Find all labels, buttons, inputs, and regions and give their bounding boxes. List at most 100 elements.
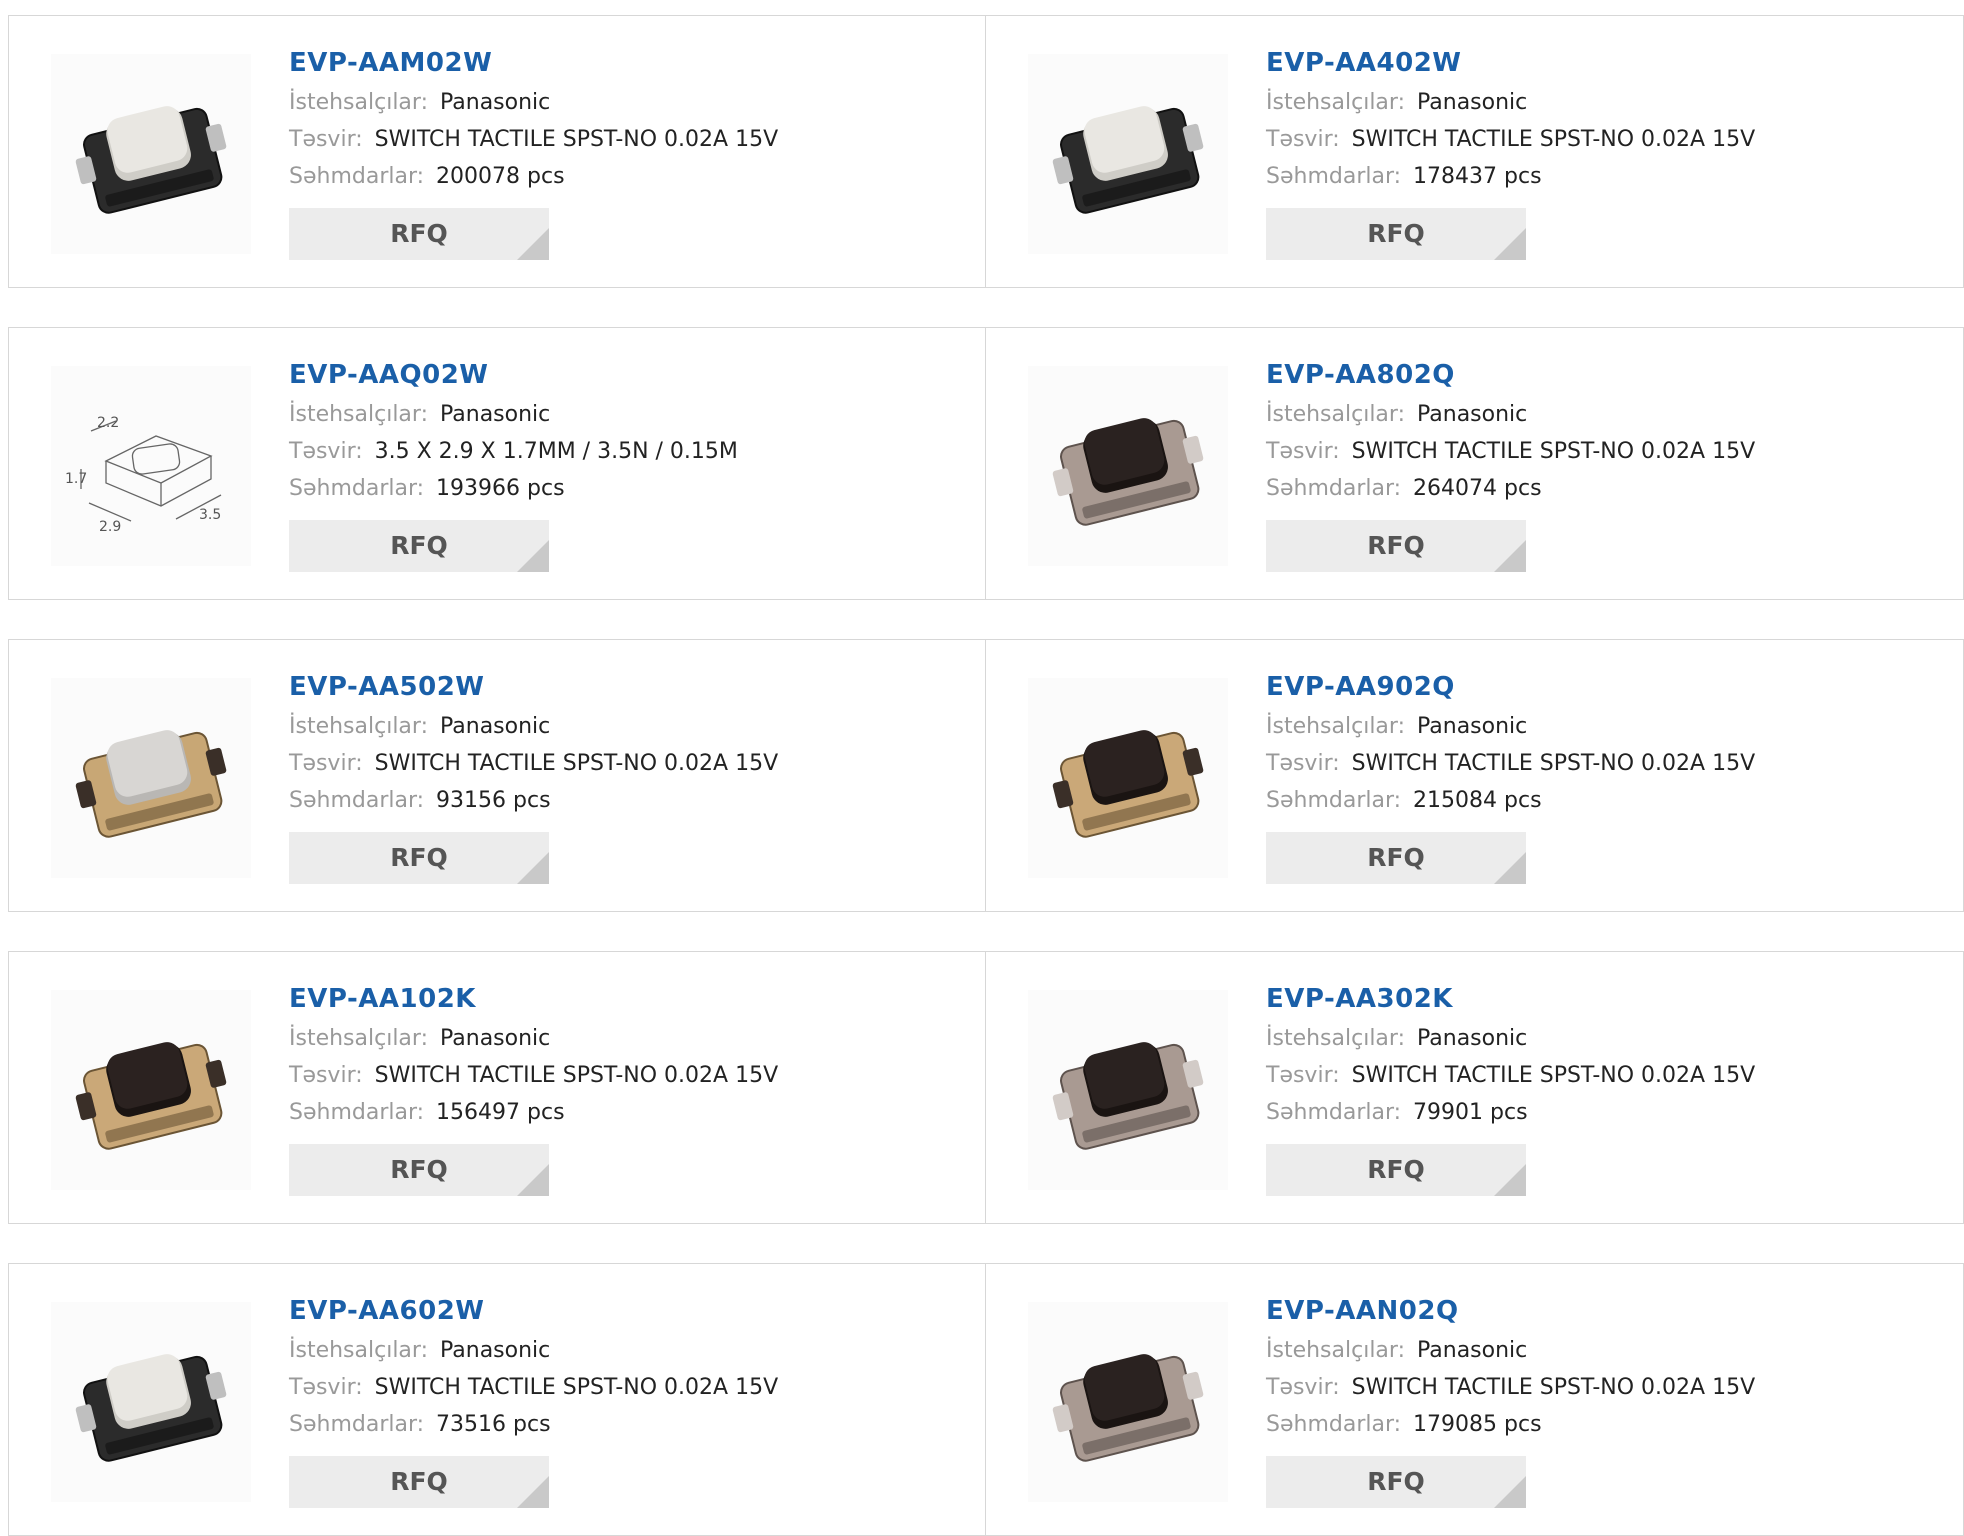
description-line: Təsvir: SWITCH TACTILE SPST-NO 0.02A 15V xyxy=(1266,745,1943,782)
part-number-link[interactable]: EVP-AA502W xyxy=(289,670,965,704)
stock-line: Səhmdarlar: 93156 pcs xyxy=(289,782,965,819)
stock-line: Səhmdarlar: 156497 pcs xyxy=(289,1094,965,1131)
rfq-label: RFQ xyxy=(1367,843,1425,872)
product-image[interactable] xyxy=(51,678,251,878)
product-card: EVP-AAN02Q İstehsalçılar: Panasonic Təsvir:… xyxy=(986,1264,1963,1535)
description-value: SWITCH TACTILE SPST-NO 0.02A 15V xyxy=(1351,439,1756,464)
rfq-label: RFQ xyxy=(390,219,448,248)
description-value: SWITCH TACTILE SPST-NO 0.02A 15V xyxy=(1351,1375,1756,1400)
product-info: EVP-AA102K İstehsalçılar: Panasonic Təsvir:… xyxy=(289,982,965,1196)
manufacturer-value: Panasonic xyxy=(439,714,551,739)
manufacturer-value: Panasonic xyxy=(1416,1026,1528,1051)
rfq-button[interactable]: RFQ xyxy=(289,520,549,572)
rfq-button[interactable]: RFQ xyxy=(289,1144,549,1196)
product-info: EVP-AA902Q İstehsalçılar: Panasonic Təsvir:… xyxy=(1266,670,1943,884)
manufacturer-line: İstehsalçılar: Panasonic xyxy=(1266,708,1943,745)
stock-value: 215084 pcs xyxy=(1413,788,1542,813)
rfq-label: RFQ xyxy=(1367,219,1425,248)
rfq-button[interactable]: RFQ xyxy=(1266,1456,1526,1508)
product-row: EVP-AA602W İstehsalçılar: Panasonic Təsvir:… xyxy=(8,1263,1964,1536)
product-card: EVP-AA302K İstehsalçılar: Panasonic Təsvir:… xyxy=(986,952,1963,1223)
rfq-label: RFQ xyxy=(1367,1155,1425,1184)
corner-triangle-icon xyxy=(1494,228,1526,260)
manufacturer-value: Panasonic xyxy=(439,90,551,115)
rfq-button[interactable]: RFQ xyxy=(1266,520,1526,572)
description-label: Təsvir: xyxy=(289,1375,363,1400)
description-label: Təsvir: xyxy=(1266,127,1340,152)
rfq-label: RFQ xyxy=(390,531,448,560)
description-value: SWITCH TACTILE SPST-NO 0.02A 15V xyxy=(1351,127,1756,152)
manufacturer-label: İstehsalçılar: xyxy=(1266,714,1405,739)
corner-triangle-icon xyxy=(1494,1476,1526,1508)
product-card: EVP-AAM02W İstehsalçılar: Panasonic Təsvir:… xyxy=(9,16,986,287)
part-number-link[interactable]: EVP-AA102K xyxy=(289,982,965,1016)
description-line: Təsvir: SWITCH TACTILE SPST-NO 0.02A 15V xyxy=(1266,1369,1943,1406)
part-number-link[interactable]: EVP-AAM02W xyxy=(289,46,965,80)
product-image[interactable] xyxy=(51,54,251,254)
rfq-label: RFQ xyxy=(1367,1467,1425,1496)
rfq-button[interactable]: RFQ xyxy=(289,208,549,260)
description-line: Təsvir: SWITCH TACTILE SPST-NO 0.02A 15V xyxy=(1266,121,1943,158)
stock-value: 93156 pcs xyxy=(436,788,551,813)
description-label: Təsvir: xyxy=(289,1063,363,1088)
part-number-link[interactable]: EVP-AA602W xyxy=(289,1294,965,1328)
stock-label: Səhmdarlar: xyxy=(1266,1100,1402,1125)
part-number-link[interactable]: EVP-AAN02Q xyxy=(1266,1294,1943,1328)
product-info: EVP-AA602W İstehsalçılar: Panasonic Təsvir:… xyxy=(289,1294,965,1508)
corner-triangle-icon xyxy=(517,228,549,260)
stock-value: 73516 pcs xyxy=(436,1412,551,1437)
product-image[interactable] xyxy=(1028,1302,1228,1502)
product-image[interactable] xyxy=(1028,678,1228,878)
stock-line: Səhmdarlar: 73516 pcs xyxy=(289,1406,965,1443)
stock-line: Səhmdarlar: 193966 pcs xyxy=(289,470,965,507)
stock-label: Səhmdarlar: xyxy=(289,1412,425,1437)
description-value: 3.5 X 2.9 X 1.7MM / 3.5N / 0.15M xyxy=(374,439,738,464)
manufacturer-line: İstehsalçılar: Panasonic xyxy=(1266,396,1943,433)
product-info: EVP-AA302K İstehsalçılar: Panasonic Təsvir:… xyxy=(1266,982,1943,1196)
description-label: Təsvir: xyxy=(1266,439,1340,464)
product-image[interactable] xyxy=(1028,366,1228,566)
product-grid: EVP-AAM02W İstehsalçılar: Panasonic Təsvir:… xyxy=(8,15,1964,1536)
description-value: SWITCH TACTILE SPST-NO 0.02A 15V xyxy=(374,1063,779,1088)
manufacturer-label: İstehsalçılar: xyxy=(289,1026,428,1051)
part-number-link[interactable]: EVP-AA302K xyxy=(1266,982,1943,1016)
product-row: EVP-AAM02W İstehsalçılar: Panasonic Təsvir:… xyxy=(8,15,1964,288)
stock-line: Səhmdarlar: 215084 pcs xyxy=(1266,782,1943,819)
manufacturer-line: İstehsalçılar: Panasonic xyxy=(1266,1332,1943,1369)
svg-text:1.7: 1.7 xyxy=(65,471,87,487)
rfq-button[interactable]: RFQ xyxy=(289,832,549,884)
manufacturer-value: Panasonic xyxy=(439,1026,551,1051)
description-label: Təsvir: xyxy=(289,751,363,776)
part-number-link[interactable]: EVP-AAQ02W xyxy=(289,358,965,392)
part-number-link[interactable]: EVP-AA402W xyxy=(1266,46,1943,80)
product-card: EVP-AA802Q İstehsalçılar: Panasonic Təsvir:… xyxy=(986,328,1963,599)
product-image[interactable] xyxy=(51,1302,251,1502)
description-value: SWITCH TACTILE SPST-NO 0.02A 15V xyxy=(374,1375,779,1400)
rfq-button[interactable]: RFQ xyxy=(1266,208,1526,260)
stock-label: Səhmdarlar: xyxy=(1266,476,1402,501)
manufacturer-label: İstehsalçılar: xyxy=(1266,1338,1405,1363)
rfq-button[interactable]: RFQ xyxy=(289,1456,549,1508)
product-info: EVP-AAQ02W İstehsalçılar: Panasonic Təsvir:… xyxy=(289,358,965,572)
product-card: EVP-AA402W İstehsalçılar: Panasonic Təsvir:… xyxy=(986,16,1963,287)
description-value: SWITCH TACTILE SPST-NO 0.02A 15V xyxy=(374,751,779,776)
product-card: EVP-AA502W İstehsalçılar: Panasonic Təsvir:… xyxy=(9,640,986,911)
description-line: Təsvir: SWITCH TACTILE SPST-NO 0.02A 15V xyxy=(289,1369,965,1406)
manufacturer-line: İstehsalçılar: Panasonic xyxy=(289,1020,965,1057)
manufacturer-line: İstehsalçılar: Panasonic xyxy=(289,708,965,745)
description-line: Təsvir: SWITCH TACTILE SPST-NO 0.02A 15V xyxy=(289,1057,965,1094)
corner-triangle-icon xyxy=(1494,1164,1526,1196)
rfq-button[interactable]: RFQ xyxy=(1266,832,1526,884)
rfq-button[interactable]: RFQ xyxy=(1266,1144,1526,1196)
product-image[interactable] xyxy=(1028,54,1228,254)
product-image[interactable]: 2.2 1.7 2.9 3.5 xyxy=(51,366,251,566)
part-number-link[interactable]: EVP-AA802Q xyxy=(1266,358,1943,392)
part-number-link[interactable]: EVP-AA902Q xyxy=(1266,670,1943,704)
manufacturer-label: İstehsalçılar: xyxy=(289,1338,428,1363)
manufacturer-value: Panasonic xyxy=(1416,714,1528,739)
product-row: 2.2 1.7 2.9 3.5 EVP-AAQ02W İstehsalçılar: Pana… xyxy=(8,327,1964,600)
product-image[interactable] xyxy=(1028,990,1228,1190)
manufacturer-value: Panasonic xyxy=(439,402,551,427)
product-info: EVP-AA802Q İstehsalçılar: Panasonic Təsvir:… xyxy=(1266,358,1943,572)
product-image[interactable] xyxy=(51,990,251,1190)
